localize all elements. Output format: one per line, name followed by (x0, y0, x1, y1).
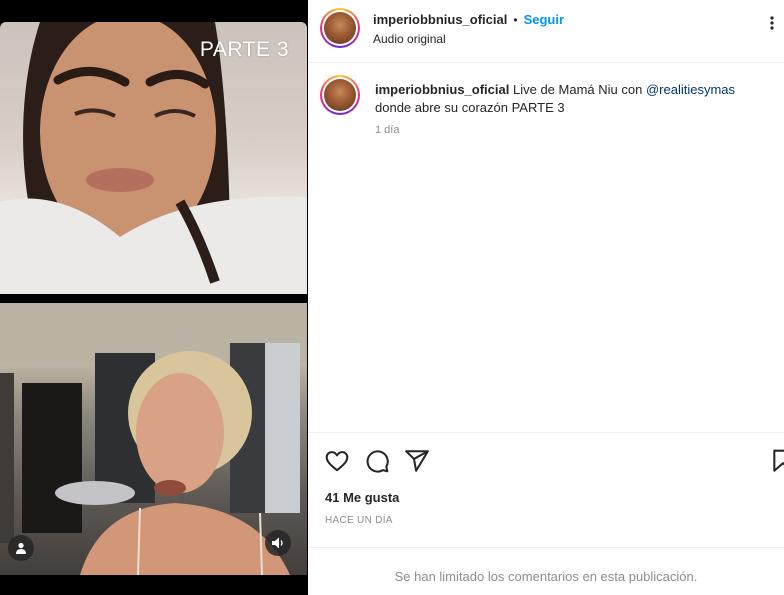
profile-avatar[interactable] (320, 8, 360, 48)
tagged-users-button[interactable] (8, 535, 34, 561)
mention-link[interactable]: @realitiesymas (646, 82, 735, 97)
video-overlay-label: PARTE 3 (199, 38, 289, 61)
caption-text: imperiobbnius_oficial Live de Mamá Niu c… (375, 81, 770, 117)
post-header: imperiobbnius_oficial • Seguir Audio ori… (308, 0, 784, 63)
audio-link[interactable]: Audio original (373, 32, 446, 46)
heart-icon[interactable] (324, 448, 350, 474)
comments-limited-notice: Se han limitado los comentarios en esta … (394, 569, 698, 584)
post-caption: imperiobbnius_oficial Live de Mamá Niu c… (308, 63, 784, 433)
caption-timestamp[interactable]: 1 día (375, 124, 399, 136)
likes-count[interactable]: 41 Me gusta (325, 490, 399, 505)
person-top-illustration (0, 22, 307, 294)
post-details-panel: imperiobbnius_oficial • Seguir Audio ori… (308, 0, 784, 595)
user-icon (16, 542, 26, 554)
header-username-link[interactable]: imperiobbnius_oficial (373, 12, 507, 27)
separator-dot: • (513, 12, 518, 27)
caption-avatar[interactable] (320, 75, 360, 115)
video-player[interactable]: PARTE 3 (0, 0, 308, 595)
audio-toggle-button[interactable] (265, 530, 291, 556)
post-date[interactable]: HACE UN DÍA (325, 515, 393, 526)
caption-body-end: donde abre su corazón PARTE 3 (375, 100, 565, 115)
follow-button[interactable]: Seguir (524, 12, 564, 27)
post-modal: PARTE 3 imperiobbnius_oficial • Seguir A… (0, 0, 784, 595)
bookmark-icon[interactable] (770, 448, 784, 474)
more-options-icon[interactable] (770, 16, 774, 35)
share-icon[interactable] (404, 448, 430, 474)
caption-body-start: Live de Mamá Niu con (512, 82, 643, 97)
comment-icon[interactable] (364, 448, 390, 474)
post-actions: 41 Me gusta HACE UN DÍA (308, 432, 784, 547)
video-frame-bottom (0, 303, 307, 575)
header-title-row: imperiobbnius_oficial • Seguir (373, 12, 564, 27)
person-bottom-illustration (0, 303, 307, 575)
comments-section: Se han limitado los comentarios en esta … (308, 547, 784, 595)
speaker-icon (272, 537, 283, 549)
video-frame-top: PARTE 3 (0, 22, 307, 294)
caption-username-link[interactable]: imperiobbnius_oficial (375, 82, 509, 97)
